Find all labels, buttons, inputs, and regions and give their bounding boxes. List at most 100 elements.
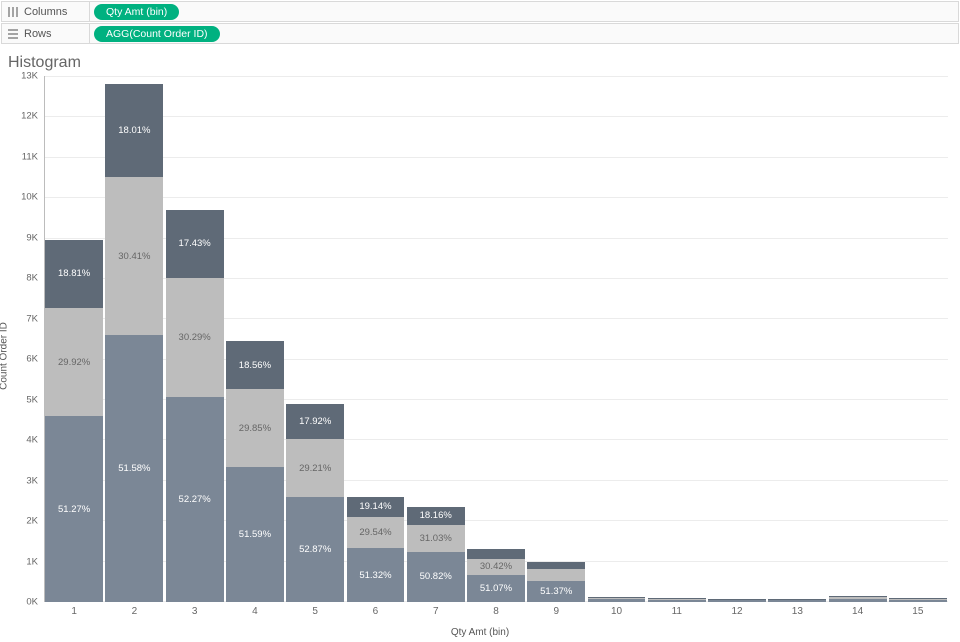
bar-segment-label: 18.81%	[58, 268, 90, 279]
y-tick-label: 2K	[26, 516, 44, 527]
rows-icon	[7, 28, 19, 40]
bar-segment-label: 29.92%	[58, 357, 90, 368]
bar-segment	[648, 598, 706, 599]
bar-segment-label: 51.27%	[58, 504, 90, 515]
bar-segment-label: 51.37%	[540, 586, 572, 597]
bar-segment: 52.27%	[166, 397, 224, 602]
y-tick-label: 4K	[26, 435, 44, 446]
bar-segment: 51.58%	[105, 335, 163, 602]
x-tick-label: 5	[312, 602, 318, 617]
x-tick-label: 4	[252, 602, 258, 617]
bar-segment	[588, 598, 646, 600]
columns-shelf-label: Columns	[24, 6, 67, 18]
bar-segment-label: 18.16%	[420, 510, 452, 521]
bar-segment: 17.43%	[166, 210, 224, 278]
bar[interactable]: 51.59% 29.85% 18.56%	[226, 341, 284, 602]
gridline	[45, 116, 948, 117]
bar-segment	[648, 599, 706, 600]
bar-segment	[889, 599, 947, 600]
columns-icon	[7, 6, 19, 18]
bar-segment-label: 30.29%	[179, 332, 211, 343]
bar-segment-label: 30.41%	[118, 251, 150, 262]
rows-shelf-label-cell: Rows	[2, 24, 90, 43]
bar-segment: 51.32%	[347, 548, 405, 602]
bar-segment	[768, 599, 826, 600]
bar[interactable]: 51.27% 29.92% 18.81%	[45, 240, 103, 602]
bar-segment: 17.92%	[286, 404, 344, 440]
bar-segment: 51.27%	[45, 416, 103, 602]
bar-segment: 18.81%	[45, 240, 103, 308]
bar-segment: 19.14%	[347, 497, 405, 517]
bar-segment-label: 18.56%	[239, 360, 271, 371]
bar-segment	[527, 562, 585, 569]
bar-segment-label: 29.54%	[359, 527, 391, 538]
bar-segment	[467, 549, 525, 558]
y-tick-label: 13K	[21, 71, 44, 82]
bar-segment: 30.41%	[105, 177, 163, 334]
bar-segment	[768, 600, 826, 602]
bar[interactable]	[588, 597, 646, 602]
bar[interactable]: 52.87%29.21%17.92%	[286, 404, 344, 602]
bar-segment-label: 29.85%	[239, 423, 271, 434]
y-tick-label: 0K	[26, 597, 44, 608]
bar[interactable]: 51.58% 30.41% 18.01%	[105, 84, 163, 602]
x-tick-label: 9	[553, 602, 559, 617]
bar-segment-label: 17.92%	[299, 416, 331, 427]
x-tick-label: 2	[132, 602, 138, 617]
bar-segment-label: 19.14%	[359, 501, 391, 512]
bar-segment	[588, 597, 646, 598]
bar[interactable]: 50.82% 31.03% 18.16%	[407, 507, 465, 602]
bar[interactable]	[648, 598, 706, 602]
bar-segment-label: 31.03%	[420, 533, 452, 544]
x-tick-label: 10	[611, 602, 622, 617]
bar-segment-label: 18.01%	[118, 125, 150, 136]
bar[interactable]: 51.32% 29.54% 19.14%	[347, 497, 405, 602]
bar-segment-label: 51.59%	[239, 529, 271, 540]
bar-segment	[588, 599, 646, 602]
bar-segment: 30.29%	[166, 278, 224, 397]
plot[interactable]: 0K1K2K3K4K5K6K7K8K9K10K11K12K13K151.27%2…	[44, 76, 948, 602]
y-tick-label: 7K	[26, 313, 44, 324]
columns-pill[interactable]: Qty Amt (bin)	[94, 4, 179, 20]
chart-title: Histogram	[8, 54, 952, 72]
bar[interactable]	[768, 599, 826, 602]
x-tick-label: 12	[732, 602, 743, 617]
bar-segment: 18.56%	[226, 341, 284, 389]
columns-shelf-label-cell: Columns	[2, 2, 90, 21]
x-tick-label: 11	[672, 602, 682, 617]
y-tick-label: 10K	[21, 192, 44, 203]
bar-segment-label: 50.82%	[420, 571, 452, 582]
bar-segment-label: 51.32%	[359, 570, 391, 581]
rows-pill[interactable]: AGG(Count Order ID)	[94, 26, 220, 42]
y-tick-label: 11K	[22, 151, 44, 162]
bar-segment: 29.85%	[226, 389, 284, 467]
gridline	[45, 76, 948, 77]
bar[interactable]	[708, 599, 766, 602]
bar[interactable]: 52.27% 30.29% 17.43%	[166, 210, 224, 602]
rows-shelf[interactable]: Rows AGG(Count Order ID)	[1, 23, 959, 44]
bar-segment: 29.92%	[45, 308, 103, 416]
rows-shelf-label: Rows	[24, 28, 52, 40]
bar-segment: 50.82%	[407, 552, 465, 602]
bar[interactable]: 51.37%	[527, 562, 585, 602]
bar[interactable]	[829, 596, 887, 602]
bar[interactable]: 51.07% 30.42%	[467, 549, 525, 602]
bar-segment	[829, 599, 887, 602]
bar-segment-label: 30.42%	[480, 561, 512, 572]
x-tick-label: 15	[912, 602, 923, 617]
bar-segment	[768, 599, 826, 600]
bar-segment-label: 52.27%	[179, 494, 211, 505]
y-tick-label: 5K	[26, 394, 44, 405]
x-tick-label: 8	[493, 602, 499, 617]
bar-segment	[829, 597, 887, 599]
bar[interactable]	[889, 598, 947, 602]
x-tick-label: 6	[373, 602, 379, 617]
columns-shelf[interactable]: Columns Qty Amt (bin)	[1, 1, 959, 22]
bar-segment-label: 51.07%	[480, 583, 512, 594]
bar-segment	[648, 600, 706, 602]
plot-wrap: Count Order ID Qty Amt (bin) 0K1K2K3K4K5…	[8, 76, 952, 636]
y-tick-label: 1K	[26, 556, 44, 567]
bar-segment	[889, 600, 947, 602]
x-tick-label: 1	[71, 602, 77, 617]
bar-segment	[889, 598, 947, 599]
